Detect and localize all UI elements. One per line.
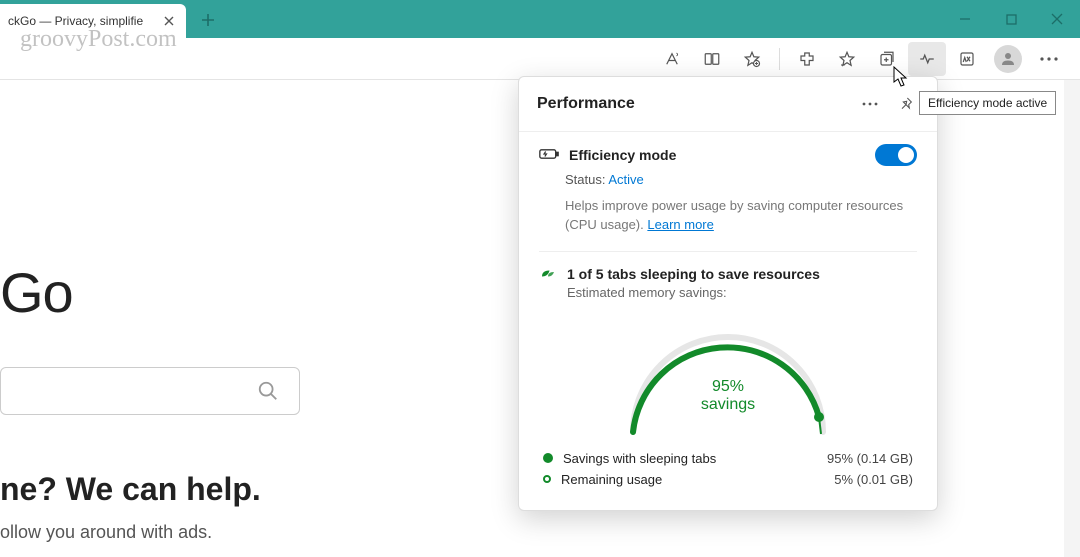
learn-more-link[interactable]: Learn more (647, 217, 713, 232)
scrollbar[interactable] (1064, 80, 1080, 557)
efficiency-toggle[interactable] (875, 144, 917, 166)
close-window-button[interactable] (1034, 0, 1080, 38)
page-headline-fragment: ne? We can help. (0, 471, 330, 508)
legend-savings-value: 95% (0.14 GB) (827, 451, 913, 466)
window-controls (942, 0, 1080, 38)
sleeping-tabs-title: 1 of 5 tabs sleeping to save resources (567, 266, 820, 282)
gauge-word: savings (519, 396, 937, 414)
math-solver-icon[interactable] (948, 42, 986, 76)
panel-title: Performance (537, 95, 857, 113)
pin-icon[interactable] (893, 91, 919, 117)
close-tab-icon[interactable] (160, 12, 178, 30)
minimize-button[interactable] (942, 0, 988, 38)
efficiency-tooltip: Efficiency mode active (919, 91, 1056, 115)
gauge-legend: Savings with sleeping tabs 95% (0.14 GB)… (519, 448, 937, 490)
window-titlebar: ckGo — Privacy, simplifie (0, 0, 1080, 38)
legend-dot-savings (543, 453, 553, 463)
battery-icon (539, 147, 559, 164)
collections-icon[interactable] (868, 42, 906, 76)
gauge-percent: 95% (519, 378, 937, 396)
efficiency-description: Helps improve power usage by saving comp… (519, 187, 937, 235)
page-subline-fragment: ollow you around with ads. (0, 522, 330, 543)
maximize-button[interactable] (988, 0, 1034, 38)
tab-title: ckGo — Privacy, simplifie (8, 14, 160, 28)
legend-remaining-label: Remaining usage (561, 472, 834, 487)
efficiency-status: Status: Active (519, 166, 937, 187)
new-tab-button[interactable] (192, 4, 224, 36)
performance-icon[interactable] (908, 42, 946, 76)
legend-savings-label: Savings with sleeping tabs (563, 451, 827, 466)
legend-remaining-value: 5% (0.01 GB) (834, 472, 913, 487)
toolbar-separator (779, 48, 780, 70)
savings-gauge: 95% savings (519, 300, 937, 448)
extensions-icon[interactable] (788, 42, 826, 76)
panel-more-icon[interactable] (857, 91, 883, 117)
profile-avatar[interactable] (994, 45, 1022, 73)
more-menu-icon[interactable] (1030, 42, 1068, 76)
favorites-icon[interactable] (828, 42, 866, 76)
favorite-star-icon[interactable] (733, 42, 771, 76)
efficiency-mode-label: Efficiency mode (569, 147, 875, 163)
browser-tab[interactable]: ckGo — Privacy, simplifie (0, 4, 186, 38)
reading-view-icon[interactable] (693, 42, 731, 76)
read-aloud-icon[interactable] (653, 42, 691, 76)
search-icon (257, 380, 279, 402)
leaf-icon (539, 266, 557, 287)
page-logo-fragment: Go (0, 260, 330, 325)
sleeping-tabs-subtitle: Estimated memory savings: (567, 285, 820, 300)
search-input[interactable] (0, 367, 300, 415)
legend-dot-remaining (543, 475, 551, 483)
browser-toolbar (0, 38, 1080, 80)
performance-panel: Performance Efficiency mode Status: Acti… (518, 76, 938, 511)
